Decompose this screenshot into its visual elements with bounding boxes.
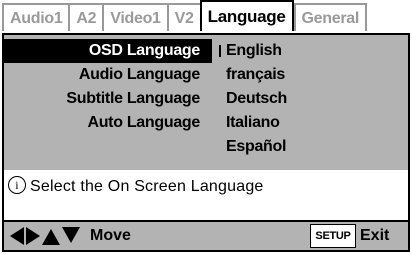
menu-list: OSD Language Audio Language Subtitle Lan… (4, 39, 212, 135)
option-english[interactable]: English (216, 39, 336, 63)
left-arrow-icon (10, 227, 24, 245)
info-line: i Select the On Screen Language (8, 175, 264, 199)
info-text: Select the On Screen Language (30, 178, 264, 195)
option-list: English français Deutsch Italiano Españo… (216, 39, 336, 159)
language-panel: OSD Language Audio Language Subtitle Lan… (2, 33, 410, 252)
right-arrow-icon (26, 227, 40, 245)
up-arrow-icon (42, 229, 60, 245)
setup-screen: Audio1 A2 Video1 V2 Language General OSD… (0, 0, 412, 254)
info-icon: i (8, 176, 26, 195)
tab-audio1[interactable]: Audio1 (2, 3, 69, 31)
direction-arrows-icon (10, 227, 80, 245)
option-deutsch[interactable]: Deutsch (216, 87, 336, 111)
setup-button[interactable]: SETUP (310, 224, 356, 248)
menu-area: OSD Language Audio Language Subtitle Lan… (4, 35, 408, 170)
arrow-keys-icon (10, 227, 86, 245)
tab-a2[interactable]: A2 (68, 3, 103, 31)
footer-bar: Move SETUP Exit (4, 220, 408, 250)
menu-item-osd-language[interactable]: OSD Language (4, 39, 212, 63)
tab-bar: Audio1 A2 Video1 V2 Language General (2, 0, 368, 33)
option-francais[interactable]: français (216, 63, 336, 87)
tab-v2[interactable]: V2 (166, 3, 200, 31)
move-label: Move (90, 227, 131, 244)
exit-label: Exit (360, 227, 390, 244)
menu-item-auto-language[interactable]: Auto Language (4, 111, 212, 135)
tab-video1[interactable]: Video1 (102, 3, 167, 31)
tab-language[interactable]: Language (199, 0, 294, 31)
option-italiano[interactable]: Italiano (216, 111, 336, 135)
option-espanol[interactable]: Español (216, 135, 336, 159)
menu-item-subtitle-language[interactable]: Subtitle Language (4, 87, 212, 111)
tab-general[interactable]: General (293, 3, 368, 31)
down-arrow-icon (62, 227, 80, 243)
menu-item-audio-language[interactable]: Audio Language (4, 63, 212, 87)
